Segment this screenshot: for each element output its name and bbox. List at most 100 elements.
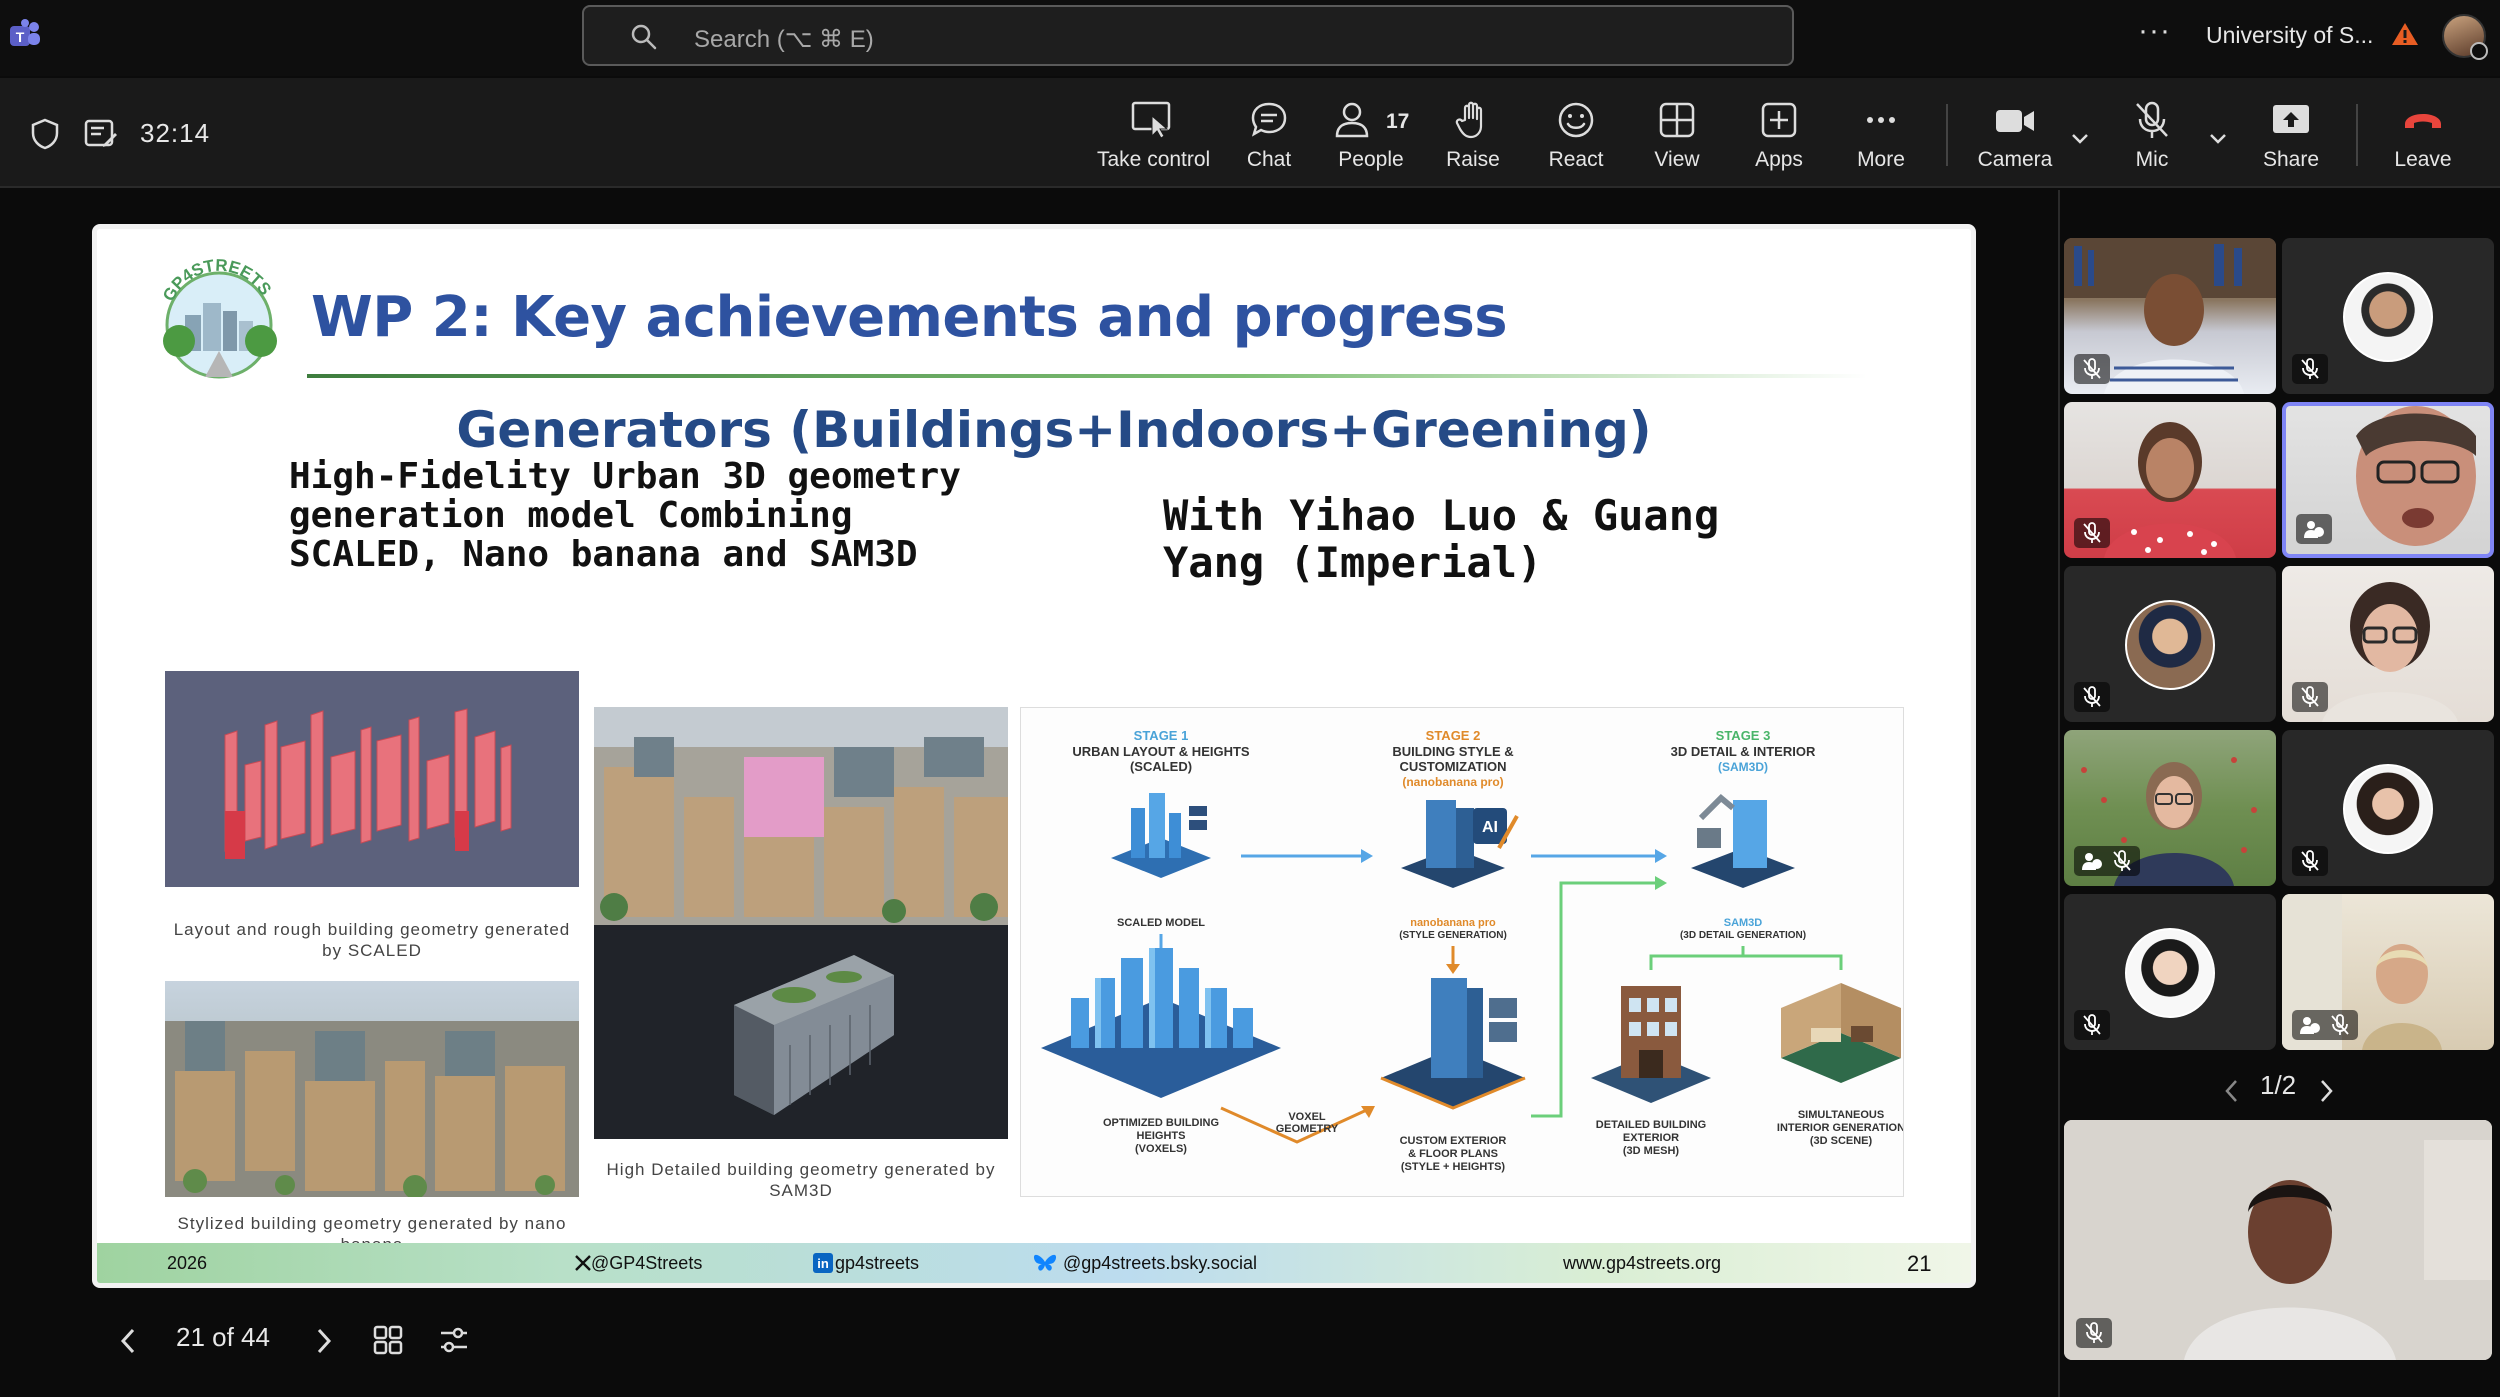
chat-button[interactable]: Chat: [1214, 100, 1324, 178]
slide-subtitle: Generators (Buildings+Indoors+Greening): [456, 401, 1652, 459]
stage2-label: STAGE 2: [1426, 728, 1481, 743]
more-options-button[interactable]: ···: [2138, 14, 2171, 48]
sam3d-label: SAM3D: [1724, 917, 1763, 929]
footer-x-handle: @GP4Streets: [591, 1253, 703, 1273]
aerial-city-image: [594, 707, 1008, 925]
participant-avatar: [2125, 928, 2215, 1018]
pipeline-diagram: STAGE 1 URBAN LAYOUT & HEIGHTS (SCALED) …: [1020, 707, 1904, 1197]
raise-label: Raise: [1446, 148, 1500, 171]
gallery-page-indicator: 1/2: [2260, 1070, 2297, 1100]
custom-label-3: (STYLE + HEIGHTS): [1401, 1161, 1506, 1173]
self-view-video-tile[interactable]: [2064, 1120, 2492, 1360]
search-icon: [631, 24, 657, 50]
participant-video-tile[interactable]: [2064, 730, 2276, 886]
participant-video-tile[interactable]: [2064, 402, 2276, 558]
slide-footer: 2026 @GP4Streets in gp4streets @gp4stree…: [97, 1243, 1971, 1283]
scaled-layout-image: [165, 671, 579, 887]
react-label: React: [1548, 148, 1604, 171]
presentation-frame: GP4STREETS WP 2: Key achievements and pr…: [92, 224, 1976, 1288]
footer-page-number: 21: [1907, 1251, 1932, 1276]
sim-label-2: INTERIOR GENERATION: [1777, 1122, 1904, 1134]
presentation-settings-icon[interactable]: [438, 1324, 470, 1356]
take-control-label: Take control: [1097, 148, 1211, 171]
sharing-muted-indicator: [2292, 1010, 2358, 1040]
caption-scaled: Layout and rough building geometry gener…: [173, 920, 571, 960]
participant-video-tile[interactable]: [2282, 894, 2494, 1050]
meeting-toolbar: 32:14 Take control Chat 17 People Raise: [0, 78, 2500, 188]
opt-label-3: (VOXELS): [1135, 1143, 1187, 1155]
share-button[interactable]: Share: [2236, 100, 2346, 178]
slide-grid-icon[interactable]: [372, 1324, 404, 1356]
search-input[interactable]: Search (⌥ ⌘ E): [582, 5, 1794, 66]
previous-slide-chevron-icon[interactable]: [116, 1326, 140, 1356]
teams-logo-icon[interactable]: T: [8, 18, 42, 52]
shared-content-stage: GP4STREETS WP 2: Key achievements and pr…: [0, 190, 2058, 1397]
voxel-label-2: GEOMETRY: [1276, 1123, 1339, 1135]
participant-avatar-tile[interactable]: [2282, 238, 2494, 394]
participant-avatar-tile[interactable]: [2064, 566, 2276, 722]
participant-avatar: [2125, 600, 2215, 690]
mic-off-indicator: [2292, 846, 2328, 876]
meeting-notes-icon[interactable]: [84, 118, 118, 150]
footer-year: 2026: [167, 1253, 208, 1273]
mic-off-indicator: [2074, 1010, 2110, 1040]
svg-text:T: T: [16, 29, 25, 45]
warning-icon[interactable]: [2390, 20, 2420, 48]
user-avatar[interactable]: [2442, 14, 2488, 60]
mic-off-indicator: [2292, 682, 2328, 712]
participant-video-tile[interactable]: [2064, 238, 2276, 394]
more-icon: [1867, 117, 1895, 123]
people-label: People: [1338, 148, 1404, 171]
gallery-next-chevron-icon[interactable]: [2316, 1078, 2336, 1104]
stage2-title: BUILDING STYLE &: [1392, 744, 1513, 759]
react-button[interactable]: React: [1521, 100, 1631, 178]
next-slide-chevron-icon[interactable]: [312, 1326, 336, 1356]
mic-off-icon: [2083, 522, 2101, 543]
apps-button[interactable]: Apps: [1724, 100, 1834, 178]
camera-label: Camera: [1977, 148, 2053, 171]
participant-video-tile[interactable]: [2282, 566, 2494, 722]
camera-options-chevron-icon[interactable]: [2068, 126, 2092, 150]
sharing-indicator: [2296, 514, 2332, 544]
participant-avatar-tile[interactable]: [2064, 894, 2276, 1050]
caption-sam3d: High Detailed building geometry generate…: [606, 1160, 996, 1200]
mic-off-icon: [2136, 101, 2168, 138]
detailed-label-2: EXTERIOR: [1623, 1132, 1679, 1144]
search-placeholder: Search (⌥ ⌘ E): [694, 26, 874, 53]
mic-off-icon: [2113, 850, 2131, 871]
view-button[interactable]: View: [1622, 100, 1732, 178]
raise-hand-button[interactable]: Raise: [1418, 100, 1528, 178]
more-button[interactable]: More: [1826, 100, 1936, 178]
people-icon: [1335, 102, 1369, 138]
leave-label: Leave: [2394, 148, 2452, 171]
leave-button[interactable]: Leave: [2368, 100, 2478, 178]
footer-bluesky: @gp4streets.bsky.social: [1063, 1253, 1258, 1273]
slide-title: WP 2: Key achievements and progress: [311, 285, 1508, 350]
mic-button[interactable]: Mic: [2097, 100, 2207, 178]
camera-button[interactable]: Camera: [1960, 100, 2070, 178]
take-control-button[interactable]: Take control: [1097, 100, 1211, 178]
sam3d-sub: (3D DETAIL GENERATION): [1680, 930, 1806, 941]
share-label: Share: [2262, 148, 2320, 171]
people-sharing-icon: [2300, 1017, 2320, 1034]
people-button[interactable]: 17 People: [1316, 100, 1426, 178]
footer-linkedin: gp4streets: [835, 1253, 920, 1273]
more-label: More: [1857, 148, 1905, 171]
participant-video-tile-speaking[interactable]: [2282, 402, 2494, 558]
self-mic-off-indicator: [2076, 1318, 2112, 1348]
meeting-timer: 32:14: [140, 118, 211, 148]
title-bar: T Search (⌥ ⌘ E) ··· University of S...: [0, 0, 2500, 76]
participant-avatar-tile[interactable]: [2282, 730, 2494, 886]
participant-avatar: [2343, 764, 2433, 854]
slide-page-indicator: 21 of 44: [176, 1322, 270, 1352]
shield-icon[interactable]: [30, 118, 60, 150]
title-underline: [307, 374, 1867, 378]
mic-options-chevron-icon[interactable]: [2206, 126, 2230, 150]
apps-icon: [1761, 102, 1797, 138]
opt-label-1: OPTIMIZED BUILDING: [1103, 1117, 1219, 1129]
svg-text:in: in: [817, 1256, 829, 1271]
raise-hand-icon: [1455, 101, 1483, 139]
organization-name[interactable]: University of S...: [2206, 22, 2373, 49]
mic-off-icon: [2085, 1322, 2103, 1343]
gallery-previous-chevron-icon[interactable]: [2222, 1078, 2242, 1104]
